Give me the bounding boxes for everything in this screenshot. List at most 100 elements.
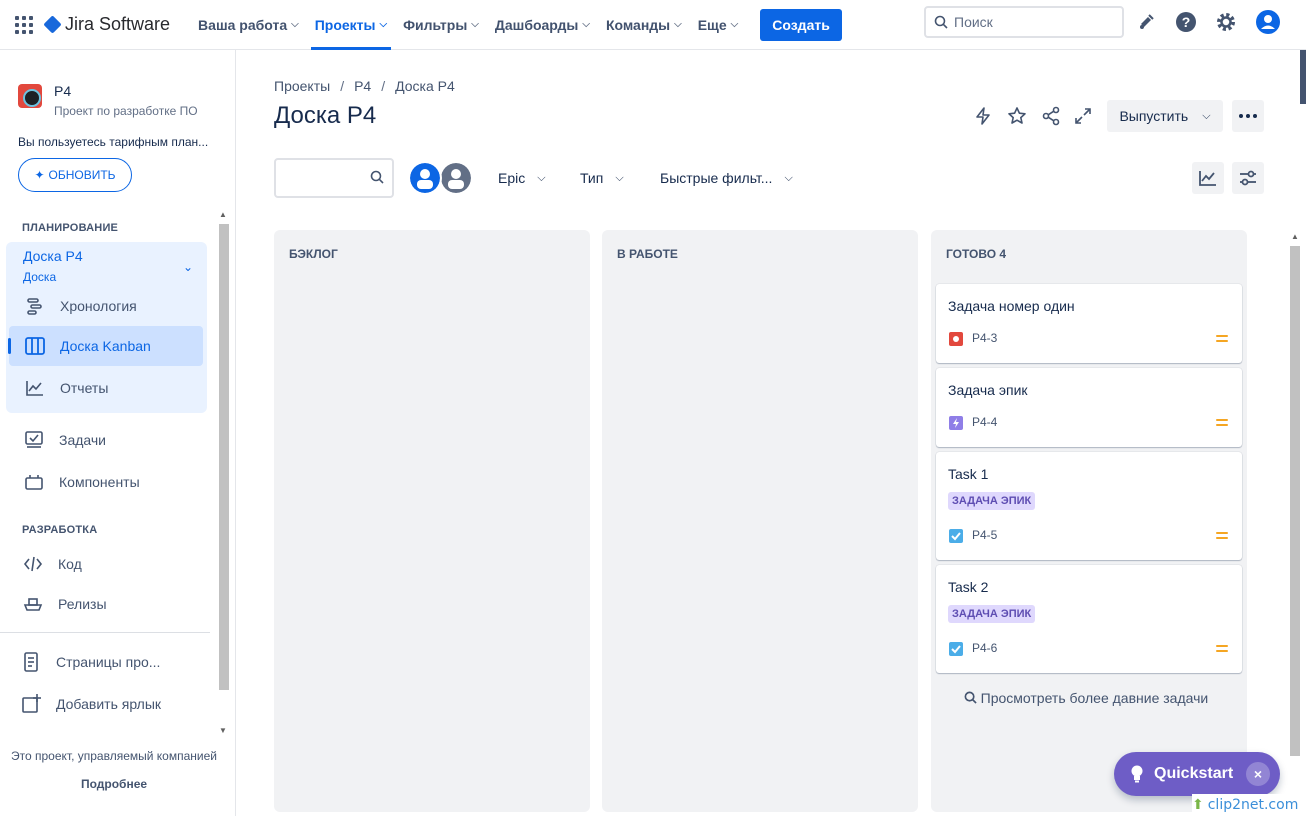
- issue-key[interactable]: P4-6: [972, 641, 997, 655]
- timeline-icon: [24, 295, 46, 317]
- breadcrumb-project[interactable]: P4: [354, 78, 371, 94]
- assignee-avatar[interactable]: [408, 161, 442, 195]
- development-section-label: РАЗРАБОТКА: [22, 524, 98, 536]
- chevron-down-icon: ⌵: [674, 19, 682, 30]
- project-avatar: [18, 84, 42, 108]
- issue-card[interactable]: Задача номер один P4-3: [936, 284, 1242, 363]
- task-icon: [949, 642, 963, 656]
- menu-more[interactable]: Еще ⌵: [690, 0, 747, 50]
- settings-gear-icon[interactable]: [1214, 10, 1238, 34]
- chevron-down-icon: ⌵: [615, 171, 624, 184]
- close-icon[interactable]: ×: [1246, 762, 1270, 786]
- scrollbar-thumb[interactable]: [1290, 246, 1300, 756]
- scroll-down-arrow-icon[interactable]: ▼: [219, 726, 227, 735]
- card-title: Задача номер один: [948, 298, 1075, 314]
- scroll-up-arrow-icon[interactable]: ▲: [1291, 232, 1299, 241]
- sidebar-item-reports[interactable]: Отчеты: [24, 377, 108, 399]
- sidebar-scrollbar[interactable]: ▲ ▼: [217, 208, 231, 738]
- chevron-down-icon: ⌵: [784, 171, 793, 184]
- unassigned-avatar[interactable]: [439, 161, 473, 195]
- priority-medium-icon: [1216, 532, 1228, 540]
- board-icon: [24, 335, 46, 357]
- sidebar-item-timeline[interactable]: Хронология: [24, 295, 137, 317]
- chevron-down-icon: ⌵: [1202, 109, 1211, 122]
- menu-filters[interactable]: Фильтры ⌵: [395, 0, 487, 50]
- menu-dashboards[interactable]: Дашбоарды ⌵: [487, 0, 598, 50]
- jira-logo[interactable]: Jira Software: [43, 14, 170, 35]
- top-navigation: Jira Software Ваша работа ⌵ Проекты ⌵ Филь…: [0, 0, 1306, 50]
- column-title: БЭКЛОГ: [289, 247, 338, 261]
- menu-teams[interactable]: Команды ⌵: [598, 0, 690, 50]
- arrow-up-icon: ⬆: [1192, 797, 1204, 813]
- issue-card[interactable]: Задача эпик P4-4: [936, 368, 1242, 447]
- chart-trend-icon: [1199, 171, 1216, 186]
- breadcrumb-separator: /: [340, 78, 345, 94]
- issue-key[interactable]: P4-5: [972, 528, 997, 542]
- sidebar-item-pages[interactable]: Страницы про...: [20, 651, 160, 673]
- scrollbar-thumb[interactable]: [219, 224, 229, 690]
- breadcrumb-projects[interactable]: Проекты: [274, 78, 330, 94]
- chevron-down-icon: ⌵: [537, 171, 546, 184]
- insights-button[interactable]: [1192, 162, 1224, 194]
- board-scrollbar[interactable]: ▲: [1288, 230, 1302, 776]
- create-button[interactable]: Создать: [760, 8, 842, 41]
- search-input[interactable]: Поиск: [924, 6, 1124, 38]
- column-title: ГОТОВО 4: [946, 247, 1007, 261]
- learn-more-link[interactable]: Подробнее: [0, 777, 228, 791]
- card-title: Task 1: [948, 466, 989, 482]
- planning-section-label: ПЛАНИРОВАНИЕ: [22, 222, 119, 234]
- card-title: Task 2: [948, 579, 989, 595]
- project-header[interactable]: [18, 84, 42, 108]
- issue-key[interactable]: P4-4: [972, 415, 997, 429]
- app-switcher-icon[interactable]: [14, 15, 34, 35]
- epic-label[interactable]: ЗАДАЧА ЭПИК: [948, 492, 1036, 510]
- star-icon[interactable]: [1006, 105, 1028, 127]
- epic-filter[interactable]: Epic ⌵: [498, 170, 546, 186]
- pages-icon: [20, 651, 42, 673]
- type-filter[interactable]: Тип ⌵: [580, 170, 624, 186]
- search-placeholder: Поиск: [954, 14, 993, 30]
- automation-lightning-icon[interactable]: [972, 105, 994, 127]
- release-button[interactable]: Выпустить ⌵: [1107, 100, 1223, 132]
- breadcrumb-board[interactable]: Доска P4: [395, 78, 455, 94]
- issue-card[interactable]: Task 1 ЗАДАЧА ЭПИК P4-5: [936, 452, 1242, 560]
- sidebar-item-issues[interactable]: Задачи: [23, 429, 106, 451]
- view-settings-button[interactable]: [1232, 162, 1264, 194]
- epic-icon: [949, 416, 963, 430]
- sidebar-item-add-shortcut[interactable]: Добавить ярлык: [20, 693, 161, 715]
- chevron-down-icon: ⌵: [291, 19, 299, 30]
- profile-avatar-icon[interactable]: [1256, 10, 1280, 34]
- card-title: Задача эпик: [948, 382, 1028, 398]
- watermark: ⬆ clip2net.com: [1192, 794, 1306, 816]
- issue-key[interactable]: P4-3: [972, 331, 997, 345]
- sidebar-item-releases[interactable]: Релизы: [22, 593, 107, 615]
- menu-your-work[interactable]: Ваша работа ⌵: [190, 0, 307, 50]
- board-title[interactable]: Доска P4: [23, 248, 83, 264]
- more-actions-button[interactable]: [1232, 100, 1264, 132]
- board-search-input[interactable]: [274, 158, 394, 198]
- quickstart-button[interactable]: Quickstart ×: [1114, 752, 1280, 796]
- view-older-issues-link[interactable]: Просмотреть более давние задачи: [936, 690, 1236, 706]
- sidebar-item-components[interactable]: Компоненты: [23, 471, 140, 493]
- plan-note: Вы пользуетесь тарифным план...: [18, 135, 209, 149]
- window-edge: [1300, 50, 1306, 104]
- reports-icon: [24, 377, 46, 399]
- svg-text:?: ?: [1182, 14, 1191, 30]
- page-title: Доска P4: [274, 102, 377, 129]
- board-subtitle: Доска: [23, 270, 57, 284]
- menu-projects[interactable]: Проекты ⌵: [307, 0, 395, 50]
- column-in-progress: В РАБОТЕ: [602, 230, 918, 812]
- sidebar-item-code[interactable]: Код: [22, 553, 82, 575]
- lightbulb-icon: [1131, 765, 1143, 783]
- issue-card[interactable]: Task 2 ЗАДАЧА ЭПИК P4-6: [936, 565, 1242, 673]
- quick-filters[interactable]: Быстрые фильт... ⌵: [660, 170, 793, 186]
- fullscreen-icon[interactable]: [1072, 105, 1094, 127]
- notifications-icon[interactable]: [1134, 10, 1158, 34]
- epic-label[interactable]: ЗАДАЧА ЭПИК: [948, 605, 1036, 623]
- share-icon[interactable]: [1040, 105, 1062, 127]
- scroll-up-arrow-icon[interactable]: ▲: [219, 210, 227, 219]
- upgrade-button[interactable]: ✦ ОБНОВИТЬ: [18, 158, 132, 192]
- sidebar-item-kanban-board[interactable]: Доска Kanban: [24, 335, 151, 357]
- chevron-down-icon[interactable]: ⌄: [183, 260, 193, 274]
- help-icon[interactable]: ?: [1174, 10, 1198, 34]
